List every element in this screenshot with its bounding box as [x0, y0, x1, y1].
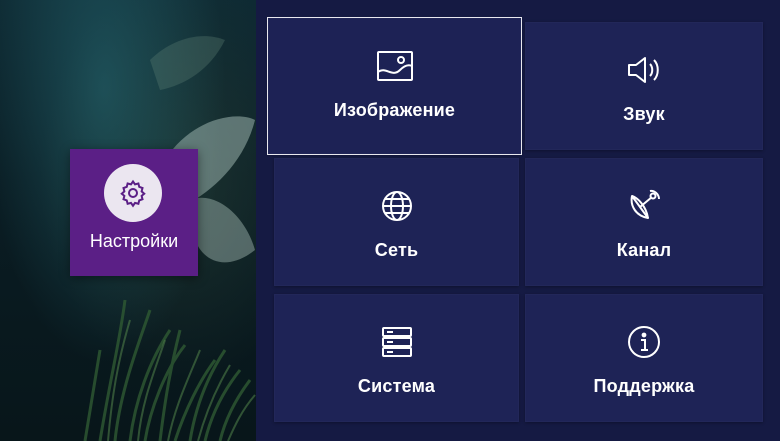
- tile-label: Канал: [616, 240, 672, 260]
- tile-label: Система: [357, 376, 436, 396]
- tile-label: Изображение: [333, 100, 456, 120]
- settings-label: Настройки: [89, 231, 179, 251]
- tile-label: Поддержка: [593, 376, 695, 396]
- system-icon: [377, 322, 417, 362]
- tile-system[interactable]: Система: [274, 294, 519, 422]
- info-icon: [624, 322, 664, 362]
- tile-sound[interactable]: Звук: [525, 22, 763, 150]
- gear-icon: [104, 164, 162, 222]
- tile-label: Сеть: [374, 240, 419, 260]
- speaker-icon: [624, 50, 664, 90]
- satellite-dish-icon: [624, 186, 664, 226]
- tv-settings-screen: Настройки Изображение Звук Сеть Канал Си…: [0, 0, 780, 441]
- settings-menu-item[interactable]: Настройки: [70, 149, 198, 276]
- globe-icon: [377, 186, 417, 226]
- tile-network[interactable]: Сеть: [274, 158, 519, 286]
- picture-icon: [375, 46, 415, 86]
- tile-label: Звук: [623, 104, 665, 124]
- tile-picture[interactable]: Изображение: [267, 17, 522, 155]
- tile-channel[interactable]: Канал: [525, 158, 763, 286]
- tile-support[interactable]: Поддержка: [525, 294, 763, 422]
- settings-submenu-panel: Изображение Звук Сеть Канал Система Подд…: [256, 0, 780, 441]
